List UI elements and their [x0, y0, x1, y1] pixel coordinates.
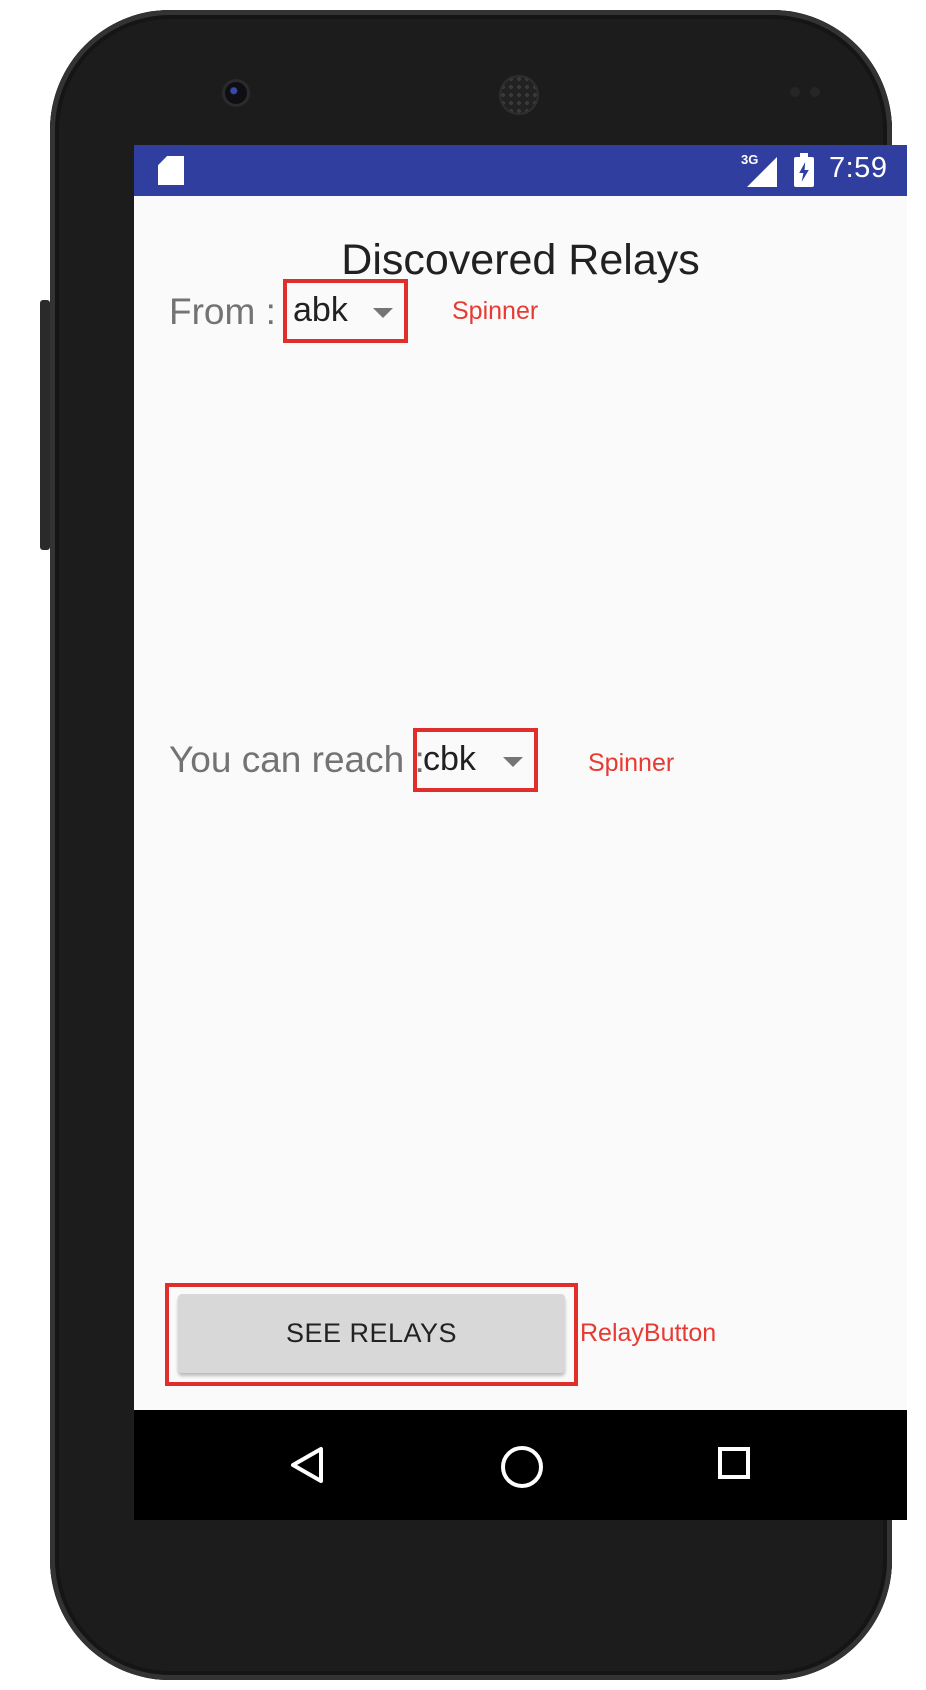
- sd-card-icon: [158, 156, 184, 185]
- reach-spinner-annotation: Spinner: [588, 749, 675, 777]
- home-icon[interactable]: [501, 1446, 543, 1488]
- reach-spinner[interactable]: cbk: [413, 728, 538, 792]
- reach-label: You can reach :: [169, 739, 425, 780]
- phone-frame: 3G 7:59 Discovered Relays From : abk Spi…: [40, 10, 907, 1680]
- from-spinner-value: abk: [293, 291, 348, 329]
- screen: 3G 7:59 Discovered Relays From : abk Spi…: [134, 145, 907, 1520]
- status-bar: 3G 7:59: [134, 145, 907, 196]
- network-type: 3G: [741, 152, 759, 167]
- back-icon[interactable]: [289, 1446, 325, 1484]
- status-clock: 7:59: [829, 152, 888, 184]
- battery-charging-icon: [794, 153, 814, 187]
- light-sensor-icon: [810, 87, 820, 97]
- app-content: Discovered Relays From : abk Spinner You…: [134, 196, 907, 1410]
- chevron-down-icon: [373, 308, 393, 318]
- earpiece-speaker-icon: [499, 75, 539, 115]
- recents-icon[interactable]: [718, 1447, 750, 1479]
- front-camera-icon: [225, 82, 247, 104]
- page-title: Discovered Relays: [341, 236, 700, 284]
- from-spinner-annotation: Spinner: [452, 297, 539, 325]
- relay-button-annotation: RelayButton: [580, 1319, 717, 1347]
- from-spinner[interactable]: abk: [283, 279, 408, 343]
- relay-button-highlight: SEE RELAYS: [165, 1283, 578, 1386]
- navigation-bar: [134, 1410, 907, 1520]
- power-button: [40, 300, 50, 550]
- reach-spinner-value: cbk: [423, 740, 476, 778]
- from-label: From :: [169, 291, 276, 332]
- chevron-down-icon: [503, 757, 523, 767]
- see-relays-button[interactable]: SEE RELAYS: [178, 1294, 565, 1373]
- proximity-sensor-icon: [790, 87, 800, 97]
